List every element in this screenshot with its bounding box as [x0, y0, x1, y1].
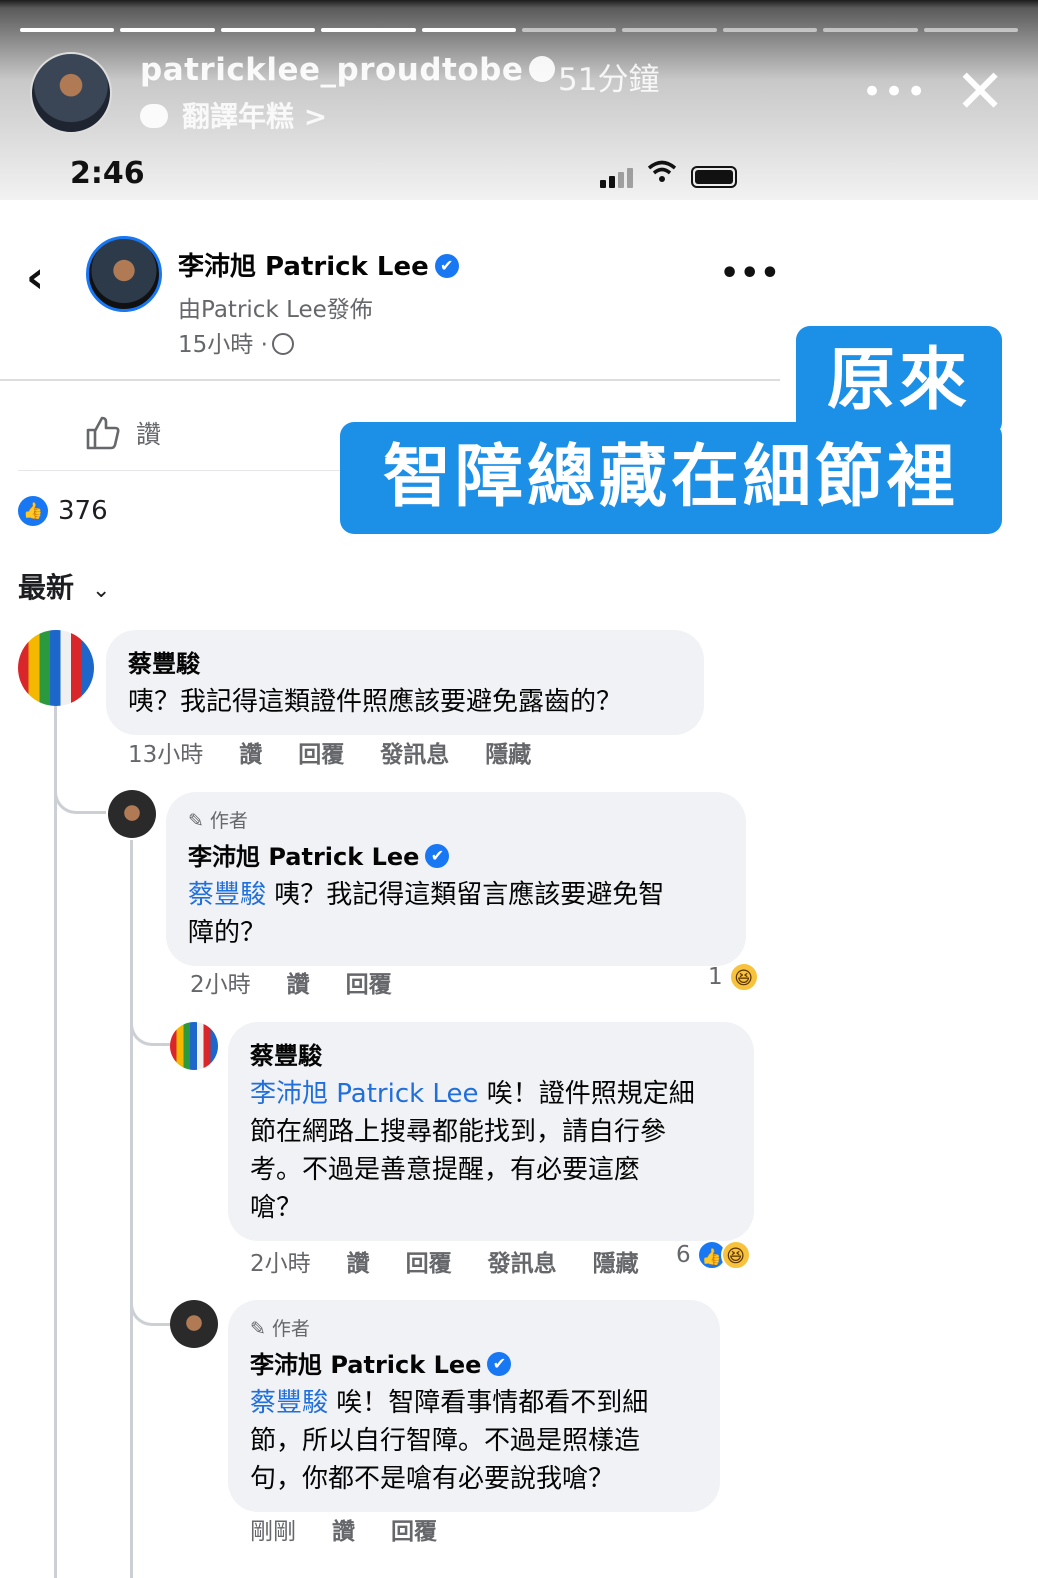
- thread-line: [54, 706, 57, 1578]
- message-link[interactable]: 發訊息: [380, 735, 449, 769]
- comment-actions: 2小時 讚 回覆: [190, 965, 392, 999]
- story-caption: 原來 智障總藏在細節裡: [340, 326, 1002, 536]
- post-more-button[interactable]: •••: [720, 256, 781, 291]
- comment-author[interactable]: 蔡豐駿: [250, 1036, 732, 1071]
- mention-tag[interactable]: 蔡豐駿: [250, 1388, 328, 1418]
- thumbs-up-icon: [86, 416, 120, 450]
- reply-link[interactable]: 回覆: [298, 735, 344, 769]
- comment-time[interactable]: 13小時: [128, 735, 203, 769]
- verified-icon: ✔: [425, 844, 450, 868]
- caption-line-2: 智障總藏在細節裡: [340, 422, 1002, 534]
- comment-author[interactable]: 李沛旭 Patrick Lee ✔: [250, 1345, 698, 1380]
- posted-by: 由Patrick Lee發佈: [178, 297, 373, 323]
- author-badge: ✎ 作者: [188, 810, 248, 832]
- hide-link[interactable]: 隱藏: [593, 1244, 639, 1278]
- signal-icon: [600, 168, 633, 188]
- comment-actions: 剛剛 讚 回覆: [250, 1512, 437, 1546]
- commenter-avatar[interactable]: [170, 1022, 218, 1070]
- comment-bubble: 蔡豐駿 李沛旭 Patrick Lee 唉！證件照規定細 節在網路上搜尋都能找到，…: [228, 1022, 754, 1241]
- reaction-summary[interactable]: 👍 376: [18, 496, 108, 526]
- verified-icon: ✔: [434, 253, 459, 278]
- battery-icon: [691, 166, 737, 188]
- caption-line-1: 原來: [796, 326, 1002, 436]
- comment-time[interactable]: 剛剛: [250, 1512, 296, 1546]
- author-avatar[interactable]: [108, 790, 156, 838]
- comment-actions: 2小時 讚 回覆 發訊息 隱藏: [250, 1244, 639, 1278]
- comment-bubble: ✎ 作者 李沛旭 Patrick Lee ✔ 蔡豐駿 唉！智障看事情都看不到細 節，所…: [228, 1300, 720, 1512]
- comment-author[interactable]: 蔡豐駿: [128, 644, 682, 679]
- like-link[interactable]: 讚: [347, 1244, 370, 1278]
- author-badge: ✎ 作者: [250, 1318, 310, 1340]
- comment-text: 蔡豐駿 唉！智障看事情都看不到細 節，所以自行智障。不過是照樣造 句，你都不是嗆有必…: [250, 1388, 649, 1494]
- verified-icon: [529, 55, 556, 82]
- pen-icon: ✎: [250, 1318, 266, 1340]
- page-name[interactable]: 李沛旭 Patrick Lee ✔: [178, 246, 459, 283]
- comment-bubble: ✎ 作者 李沛旭 Patrick Lee ✔ 蔡豐駿 咦？我記得這類留言應該要避免智…: [166, 792, 746, 966]
- back-button[interactable]: ‹: [26, 252, 44, 303]
- wifi-icon: [647, 160, 677, 188]
- story-more-button[interactable]: •••: [862, 72, 928, 112]
- like-action-button[interactable]: 讚: [84, 414, 161, 452]
- story-header: patricklee_proudtobe 51分鐘 翻譯年糕 > ••• ✕: [0, 0, 1038, 200]
- story-avatar[interactable]: [30, 52, 112, 134]
- status-time: 2:46: [70, 156, 145, 191]
- comment-bubble: 蔡豐駿 咦？我記得這類證件照應該要避免露齒的？: [106, 630, 704, 735]
- message-link[interactable]: 發訊息: [488, 1244, 557, 1278]
- story-time: 51分鐘: [558, 62, 660, 98]
- like-link[interactable]: 讚: [239, 735, 262, 769]
- thread-connector: [130, 1046, 170, 1326]
- mention-tag[interactable]: 蔡豐駿: [188, 880, 266, 910]
- author-avatar[interactable]: [170, 1300, 218, 1348]
- status-icons: [600, 160, 737, 188]
- post-time: 15小時 ·: [178, 325, 294, 359]
- laugh-icon: 😆: [728, 962, 759, 992]
- comment-reactions[interactable]: 6 👍 😆: [676, 1240, 751, 1270]
- like-link[interactable]: 讚: [332, 1512, 355, 1546]
- comment-author[interactable]: 李沛旭 Patrick Lee ✔: [188, 837, 724, 872]
- story-progress: [20, 28, 1019, 32]
- thread-connector: [54, 706, 106, 814]
- globe-icon: [271, 332, 294, 355]
- comment-time[interactable]: 2小時: [250, 1244, 311, 1278]
- comment-time[interactable]: 2小時: [190, 965, 251, 999]
- comment-text: 李沛旭 Patrick Lee 唉！證件照規定細 節在網路上搜尋都能找到，請自行參…: [250, 1079, 695, 1223]
- thread-connector: [130, 840, 170, 1046]
- story-translate-link[interactable]: 翻譯年糕 >: [140, 95, 327, 135]
- comment-reactions[interactable]: 1 😆: [708, 962, 759, 992]
- reply-link[interactable]: 回覆: [406, 1244, 452, 1278]
- reply-link[interactable]: 回覆: [391, 1512, 437, 1546]
- reply-link[interactable]: 回覆: [346, 965, 392, 999]
- story-username[interactable]: patricklee_proudtobe: [140, 52, 556, 88]
- pen-icon: ✎: [188, 810, 204, 832]
- comment-text: 咦？我記得這類證件照應該要避免露齒的？: [128, 687, 623, 717]
- laugh-icon: 😆: [720, 1240, 751, 1270]
- mention-tag[interactable]: 李沛旭 Patrick Lee: [250, 1079, 478, 1109]
- commenter-avatar[interactable]: [18, 630, 94, 706]
- like-link[interactable]: 讚: [287, 965, 310, 999]
- comment-actions: 13小時 讚 回覆 發訊息 隱藏: [128, 735, 531, 769]
- chat-bubble-icon: [140, 104, 168, 128]
- page-avatar[interactable]: [86, 236, 162, 312]
- verified-icon: ✔: [487, 1352, 512, 1376]
- comment-sort-dropdown[interactable]: 最新 ⌄: [18, 566, 110, 606]
- close-button[interactable]: ✕: [955, 62, 1005, 122]
- like-icon: 👍: [18, 496, 48, 526]
- comment-text: 蔡豐駿 咦？我記得這類留言應該要避免智 障的？: [188, 880, 665, 948]
- chevron-down-icon: ⌄: [92, 578, 111, 603]
- hide-link[interactable]: 隱藏: [485, 735, 531, 769]
